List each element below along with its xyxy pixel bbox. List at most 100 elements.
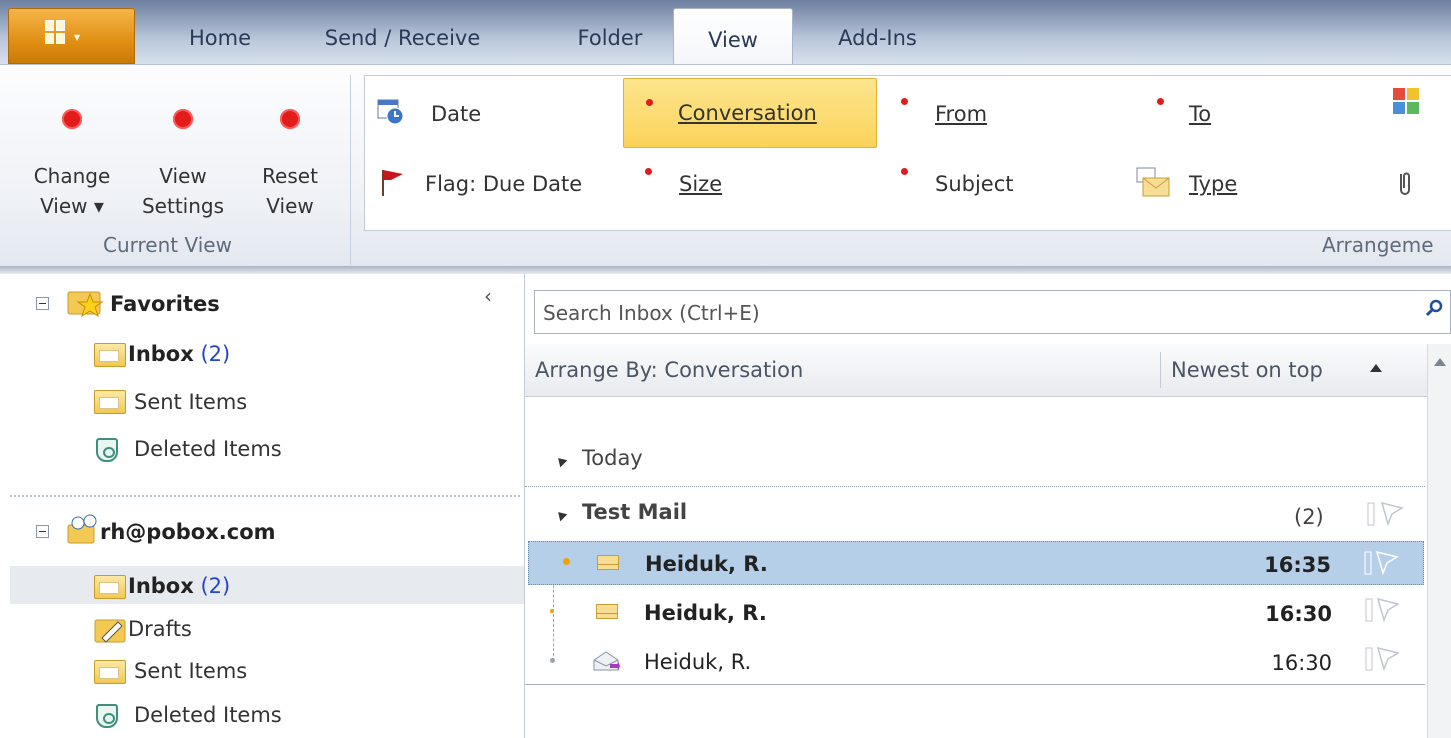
group-separator-line <box>525 486 1425 487</box>
tab-send-receive[interactable]: Send / Receive <box>300 18 505 58</box>
collapse-group-icon <box>554 454 568 468</box>
reset-view-label-1: Reset <box>262 164 318 188</box>
thread-node-icon <box>563 558 570 565</box>
deleted-items-icon <box>96 438 118 462</box>
scrollbar[interactable] <box>1427 344 1451 738</box>
nav-favorites-sent-items[interactable]: Sent Items <box>134 384 247 420</box>
message-row[interactable]: Heiduk, R. 16:30 <box>528 591 1424 635</box>
nav-account-header[interactable]: rh@pobox.com <box>100 514 276 550</box>
arrange-flag-due-date[interactable]: Flag: Due Date <box>373 162 623 206</box>
conversation-header[interactable]: Test Mail <box>554 500 688 524</box>
message-row[interactable]: Heiduk, R. 16:30 <box>528 640 1424 684</box>
folder-name: Inbox <box>128 574 194 598</box>
reset-view-icon <box>280 109 300 129</box>
tab-view[interactable]: View <box>673 8 793 65</box>
inbox-folder-icon <box>94 575 126 599</box>
nav-favorites-inbox[interactable]: Inbox (2) <box>128 336 230 372</box>
message-time: 16:30 <box>1265 602 1332 626</box>
nav-account-deleted-items[interactable]: Deleted Items <box>134 697 282 733</box>
collapse-pane-button[interactable]: ‹ <box>484 284 492 308</box>
unread-count: (2) <box>200 342 231 366</box>
view-settings-label-2: Settings <box>141 194 225 218</box>
tab-home[interactable]: Home <box>160 18 280 58</box>
arrange-from[interactable]: From <box>893 92 1093 136</box>
sent-items-folder-icon <box>94 390 126 414</box>
folder-name: Inbox <box>128 342 194 366</box>
search-box[interactable] <box>534 290 1451 334</box>
file-menu-button[interactable]: ▾ <box>8 8 135 64</box>
message-time: 16:35 <box>1264 553 1331 577</box>
conversation-subject: Test Mail <box>582 500 688 524</box>
scroll-up-icon[interactable] <box>1434 358 1446 366</box>
unread-count: (2) <box>200 574 231 598</box>
sort-up-icon[interactable] <box>1370 364 1382 372</box>
nav-account-sent-items[interactable]: Sent Items <box>134 653 247 689</box>
search-icon[interactable] <box>1426 299 1444 317</box>
arrange-type[interactable]: Type <box>1135 162 1315 206</box>
tab-folder[interactable]: Folder <box>540 18 680 58</box>
arrange-to[interactable]: To <box>1153 92 1313 136</box>
ribbon-shadow <box>0 266 1451 274</box>
conversation-count: (2) <box>1294 505 1324 529</box>
thread-node-icon <box>550 609 554 613</box>
subject-icon <box>901 168 908 175</box>
arrange-attachments[interactable] <box>1395 162 1451 206</box>
arrange-from-label: From <box>935 102 988 126</box>
message-sender: Heiduk, R. <box>644 601 767 625</box>
flag-outline-icon[interactable] <box>1363 550 1403 576</box>
collapse-favorites-button[interactable] <box>36 297 49 310</box>
message-sender: Heiduk, R. <box>644 650 752 674</box>
to-icon <box>1157 98 1164 105</box>
arrange-categories[interactable] <box>1391 80 1451 124</box>
thread-node-icon <box>550 658 555 663</box>
arrange-date[interactable]: Date <box>373 92 613 136</box>
flag-icon <box>382 170 403 196</box>
message-row[interactable]: Heiduk, R. 16:35 <box>528 541 1424 585</box>
paperclip-icon <box>1400 172 1410 195</box>
tab-add-ins[interactable]: Add-Ins <box>815 18 940 58</box>
view-settings-button[interactable]: View Settings <box>128 103 238 223</box>
collapse-conversation-icon <box>554 508 568 522</box>
nav-account-drafts[interactable]: Drafts <box>128 611 192 647</box>
nav-divider <box>10 495 520 497</box>
change-view-label-1: Change <box>33 164 111 188</box>
favorites-star-folder-icon <box>67 291 104 318</box>
nav-account-inbox[interactable]: Inbox (2) <box>128 568 230 604</box>
arrange-by-label[interactable]: Arrange By: Conversation <box>535 344 803 396</box>
ribbon: Change View ▾ View Settings Reset View C… <box>0 64 1451 267</box>
arrange-date-label: Date <box>431 102 482 126</box>
change-view-button[interactable]: Change View ▾ <box>22 103 122 223</box>
view-settings-icon <box>173 109 193 129</box>
categories-icon <box>1393 88 1419 114</box>
message-sender: Heiduk, R. <box>645 552 768 576</box>
search-input[interactable] <box>541 297 1415 329</box>
unread-envelope-icon <box>597 555 619 570</box>
nav-favorites-header[interactable]: Favorites <box>110 286 220 322</box>
arrange-to-label: To <box>1189 102 1212 126</box>
sent-items-folder-icon <box>94 660 126 684</box>
change-view-label-2: View ▾ <box>40 194 104 218</box>
flag-outline-icon[interactable] <box>1364 597 1404 623</box>
nav-favorites-deleted-items[interactable]: Deleted Items <box>134 431 282 467</box>
group-today[interactable]: Today <box>554 446 643 470</box>
sort-order-label[interactable]: Newest on top <box>1171 344 1323 396</box>
arrange-subject[interactable]: Subject <box>893 162 1093 206</box>
arrange-flag-due-date-label: Flag: Due Date <box>425 172 583 196</box>
favorites-label: Favorites <box>110 292 220 316</box>
sent-reply-envelope-icon <box>593 651 620 671</box>
group-today-label: Today <box>582 446 643 470</box>
arrange-by-header: Arrange By: Conversation Newest on top <box>525 344 1451 397</box>
reset-view-button[interactable]: Reset View <box>245 103 335 223</box>
conversation-icon <box>646 99 653 106</box>
size-icon <box>645 168 652 175</box>
office-logo-icon <box>45 20 67 46</box>
collapse-account-button[interactable] <box>36 525 49 538</box>
deleted-items-icon <box>96 704 118 728</box>
chevron-down-icon: ▾ <box>74 30 81 44</box>
flag-outline-icon[interactable] <box>1366 500 1410 528</box>
view-settings-label-1: View <box>159 164 207 188</box>
arrange-size[interactable]: Size <box>627 162 827 206</box>
arrange-conversation[interactable]: Conversation <box>623 78 877 148</box>
drafts-icon <box>94 619 126 643</box>
flag-outline-icon[interactable] <box>1364 646 1404 672</box>
